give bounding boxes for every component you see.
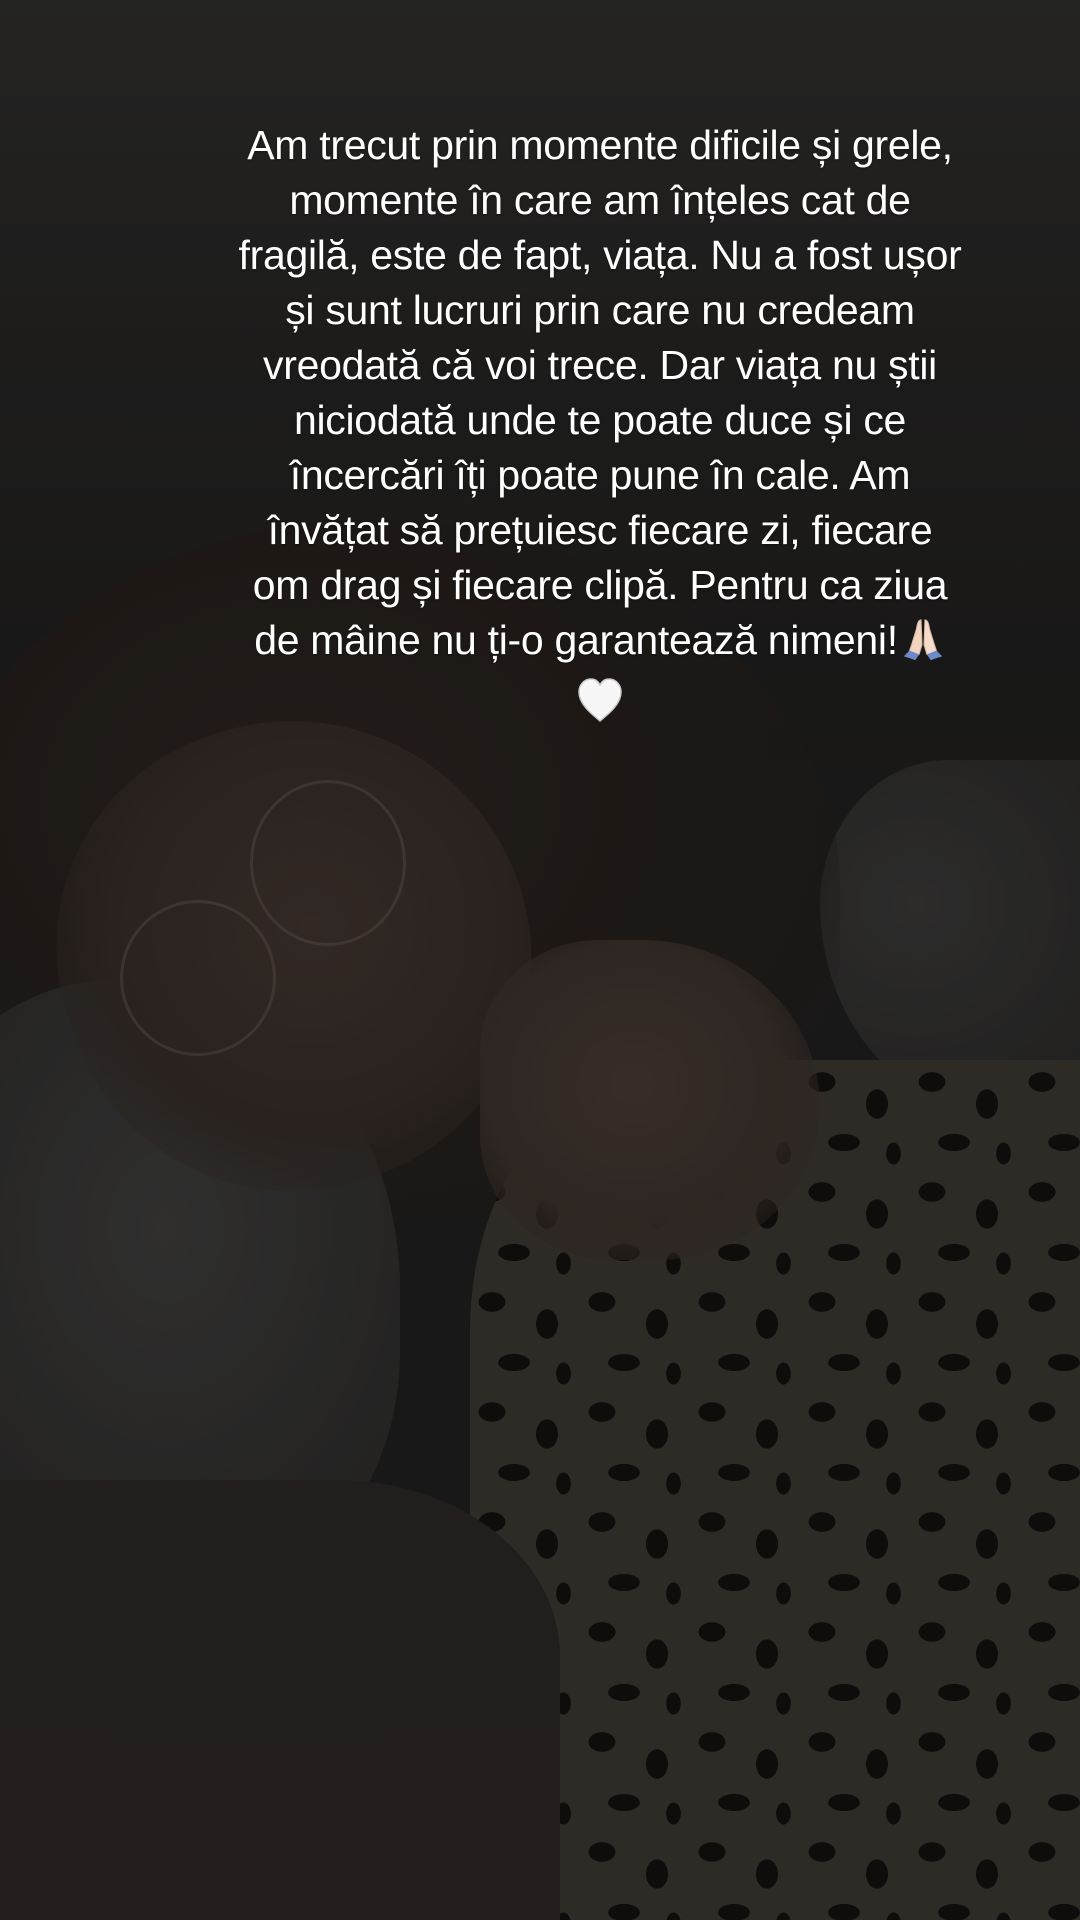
caption-line: om drag și fiecare clipă. Pentru ca ziua (252, 562, 948, 608)
folded-hands-icon (903, 619, 942, 661)
caption-line: de mâine nu ți-o garantează nimeni! (254, 617, 898, 663)
caption-line: momente în care am înțeles cat de (289, 177, 911, 223)
caption-line: și sunt lucruri prin care nu credeam (285, 287, 915, 333)
caption-line: Am trecut prin momente dificile și grele… (247, 122, 953, 168)
caption-heart-line (170, 668, 1030, 723)
caption-line: vreodată că voi trece. Dar viața nu știi (263, 342, 937, 388)
caption-line: încercări îți poate pune în cale. Am (289, 452, 911, 498)
caption-line: fragilă, este de fapt, viața. Nu a fost … (238, 232, 962, 278)
caption-last-line-wrapper: de mâine nu ți-o garantează nimeni! (170, 613, 1030, 668)
story-caption: Am trecut prin momente dificile și grele… (170, 118, 1030, 723)
story-frame: Am trecut prin momente dificile și grele… (0, 0, 1080, 1920)
caption-line: niciodată unde te poate duce și ce (293, 397, 907, 443)
white-heart-icon (578, 678, 622, 723)
caption-line: învățat să prețuiesc fiecare zi, fiecare (267, 507, 933, 553)
